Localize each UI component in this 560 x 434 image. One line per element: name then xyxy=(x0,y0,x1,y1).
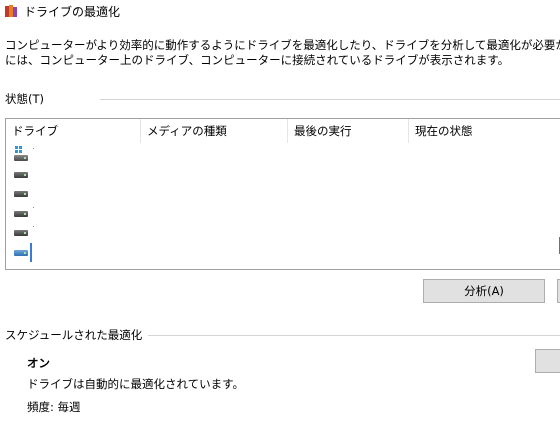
drive-row-selected[interactable] xyxy=(10,242,50,263)
drive-list[interactable]: ドライブ メディアの種類 最後の実行 現在の状態 xyxy=(5,118,560,270)
optimize-drives-window: ドライブの最適化 コンピューターがより効率的に動作するようにドライブを最適化した… xyxy=(0,0,560,434)
hard-drive-icon xyxy=(14,189,28,198)
hard-drive-icon xyxy=(14,228,28,237)
description-line-2: には、コンピューター上のドライブ、コンピューターに接続されているドライブが表示さ… xyxy=(5,53,510,67)
description-line-1: コンピューターがより効率的に動作するようにドライブを最適化したり、ドライブを分析… xyxy=(5,38,560,52)
column-header-current-status[interactable]: 現在の状態 xyxy=(409,119,560,143)
drive-rows xyxy=(10,145,50,262)
drive-label-fragment xyxy=(33,148,34,149)
defrag-app-icon xyxy=(4,4,18,18)
window-title: ドライブの最適化 xyxy=(24,4,121,19)
drive-row[interactable] xyxy=(10,184,50,204)
network-drive-icon xyxy=(14,248,28,257)
drive-row[interactable] xyxy=(10,145,50,165)
schedule-frequency: 頻度: 毎週 xyxy=(27,400,81,414)
description-text: コンピューターがより効率的に動作するようにドライブを最適化したり、ドライブを分析… xyxy=(5,38,560,68)
system-drive-icon xyxy=(14,146,28,161)
selection-indicator xyxy=(30,242,32,262)
status-divider xyxy=(100,99,560,100)
column-header-media-type[interactable]: メディアの種類 xyxy=(141,119,288,143)
drive-list-header: ドライブ メディアの種類 最後の実行 現在の状態 xyxy=(6,119,560,143)
analyze-button[interactable]: 分析(A) xyxy=(423,279,545,303)
hard-drive-icon xyxy=(14,170,28,179)
drive-label-fragment xyxy=(33,206,34,208)
schedule-status: オン xyxy=(27,356,50,370)
schedule-section-label: スケジュールされた最適化 xyxy=(5,327,149,343)
drive-row[interactable] xyxy=(10,165,50,185)
drive-row[interactable] xyxy=(10,204,50,224)
column-header-drive[interactable]: ドライブ xyxy=(6,119,141,143)
column-header-last-run[interactable]: 最後の実行 xyxy=(288,119,409,143)
schedule-description: ドライブは自動的に最適化されています。 xyxy=(27,377,245,391)
hard-drive-icon xyxy=(14,209,28,218)
drive-label-fragment xyxy=(33,226,34,227)
drive-row[interactable] xyxy=(10,223,50,243)
change-settings-button[interactable] xyxy=(535,349,560,373)
title-bar[interactable]: ドライブの最適化 xyxy=(0,0,560,22)
schedule-divider xyxy=(130,335,560,336)
status-section-label: 状態(T) xyxy=(5,91,50,107)
